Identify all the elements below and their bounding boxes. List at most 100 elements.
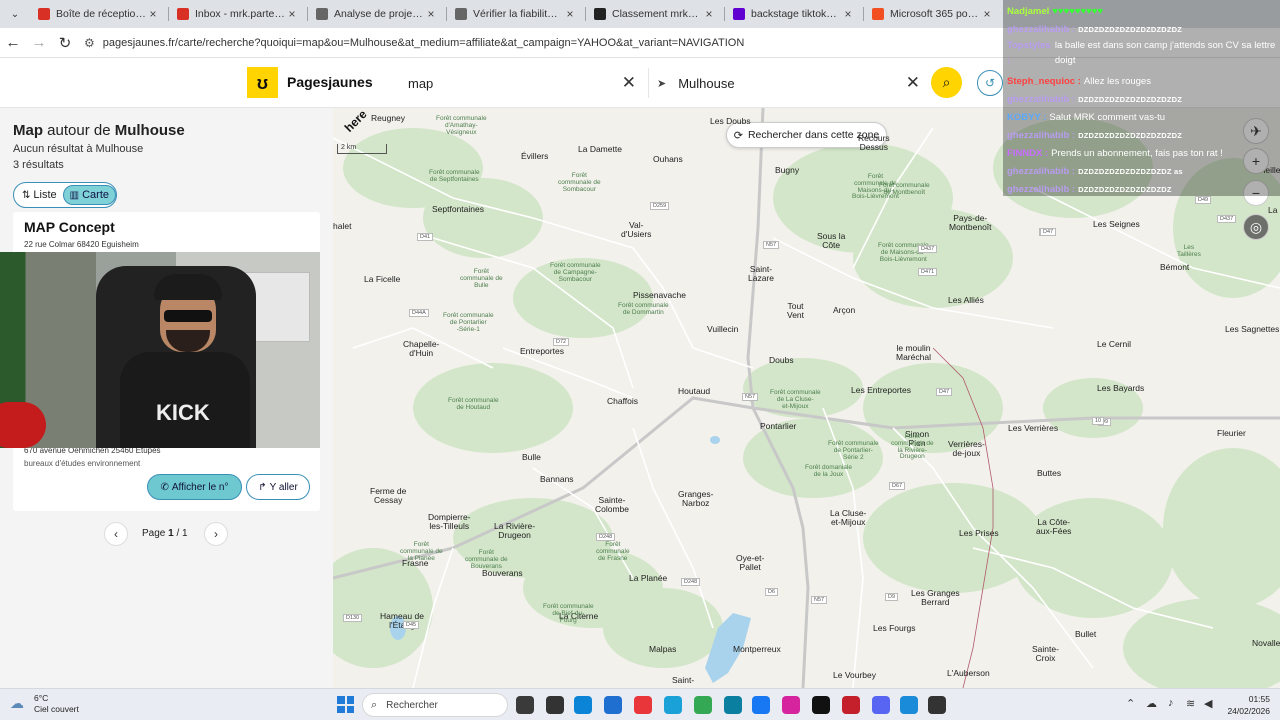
- cloud-icon: ☁: [10, 695, 24, 711]
- next-page-button[interactable]: ›: [204, 522, 228, 546]
- place-label: Sainte- Croix: [1032, 645, 1059, 663]
- tab-list: Boîte de réception (1 792)×Inbox - mrk.p…: [30, 0, 1002, 28]
- business-address: 22 rue Colmar 68420 Eguisheim: [24, 240, 139, 249]
- show-phone-button[interactable]: ✆ Afficher le n°: [147, 474, 242, 500]
- tiktok-icon[interactable]: [812, 696, 830, 714]
- road-number: N57: [811, 596, 828, 604]
- brand-name[interactable]: Pagesjaunes: [287, 74, 373, 90]
- site-info-icon[interactable]: ⚙: [84, 36, 95, 50]
- tab-label: Analyse de projet média: [334, 8, 424, 20]
- discord-icon[interactable]: [872, 696, 890, 714]
- label-line: Saint-: [672, 675, 695, 685]
- terminal-icon[interactable]: [928, 696, 946, 714]
- place-label: La Côte-aux-Fées: [1036, 518, 1071, 536]
- pagesjaunes-logo[interactable]: ʊ: [247, 67, 278, 98]
- browser-tab[interactable]: Microsoft 365 pour les pa×: [864, 0, 1002, 28]
- business-name[interactable]: MAP Concept: [24, 219, 115, 235]
- list-view-button[interactable]: ⇅ Liste: [16, 185, 63, 205]
- close-tab-icon[interactable]: ×: [980, 7, 994, 21]
- taskbar-search[interactable]: ⌕ Rechercher: [362, 693, 508, 717]
- satellite-toggle[interactable]: ◎: [1243, 214, 1269, 240]
- browser-tab[interactable]: backstage tiktok$ - Yahoo×: [725, 0, 863, 28]
- close-tab-icon[interactable]: ×: [424, 7, 438, 21]
- place-label: Montperreux: [733, 645, 781, 654]
- chevron-up-icon[interactable]: ⌃: [1126, 697, 1135, 710]
- label-line: Vent: [787, 309, 805, 320]
- app-icon[interactable]: [546, 696, 564, 714]
- pagination: ‹ Page 1 / 1 ›: [104, 522, 230, 548]
- road-number: D471: [918, 268, 938, 276]
- back-button[interactable]: ←: [0, 30, 26, 56]
- label-line: Montbenoît: [949, 221, 992, 232]
- chat-message: ghezzalihabib : DZDZDZDZDZDZDZDZDZDZ: [1007, 90, 1276, 108]
- label-line: aux-Fées: [1036, 525, 1072, 536]
- forest-label: Forêt communale de la Rivière- Drugeon: [891, 433, 934, 461]
- clear-where-icon[interactable]: ✕: [906, 73, 920, 93]
- browser-tab[interactable]: Inbox - mrk.partenaires@×: [169, 0, 307, 28]
- cloud-icon[interactable]: ☁: [1146, 697, 1157, 710]
- search-where-input[interactable]: ➤ Mulhouse ✕: [648, 68, 928, 98]
- system-clock[interactable]: 01:55 24/02/2026: [1226, 693, 1270, 717]
- place-label: Novalles: [1252, 639, 1280, 648]
- place-label: Septfontaines: [432, 205, 484, 214]
- place-label: Le Cernil: [1097, 340, 1131, 349]
- forward-button[interactable]: →: [26, 30, 52, 56]
- close-tab-icon[interactable]: ×: [146, 7, 160, 21]
- reload-button[interactable]: ↻: [52, 30, 78, 56]
- history-button[interactable]: ↺: [977, 70, 1003, 96]
- edge-icon[interactable]: [574, 696, 592, 714]
- label-line: les-Tilleuls: [429, 520, 470, 531]
- close-tab-icon[interactable]: ×: [563, 7, 577, 21]
- label-line: Lazare: [748, 272, 774, 283]
- search-what-value: map: [408, 75, 434, 91]
- gmail-icon: [177, 8, 189, 20]
- browser-tab[interactable]: Classement mrk_tvi | Le m×: [586, 0, 724, 28]
- location-arrow-icon[interactable]: ➤: [657, 77, 666, 90]
- search-what-input[interactable]: map ✕: [390, 68, 644, 98]
- map-view-button[interactable]: ▥ Carte: [62, 185, 116, 205]
- microphone-icon[interactable]: ♪: [1168, 697, 1174, 709]
- instagram-icon[interactable]: [782, 696, 800, 714]
- chat-message: Topstyles : la balle est dans son camp j'…: [1007, 38, 1276, 72]
- store-icon[interactable]: [604, 696, 622, 714]
- place-label: Reugney: [371, 114, 405, 123]
- road-number: D9: [885, 593, 899, 601]
- chrome-icon[interactable]: [694, 696, 712, 714]
- forest-label: Les Taillères: [1177, 244, 1201, 259]
- edge-icon[interactable]: [724, 696, 742, 714]
- close-tab-icon[interactable]: ×: [702, 7, 716, 21]
- search-button[interactable]: ⌕: [931, 67, 962, 98]
- app-icon[interactable]: [664, 696, 682, 714]
- file-explorer-icon[interactable]: [516, 696, 534, 714]
- prev-page-button[interactable]: ‹: [104, 522, 128, 546]
- tab-search-button[interactable]: ⌄: [4, 3, 26, 25]
- browser-tab[interactable]: Analyse de projet média×: [308, 0, 446, 28]
- label-line: Les Fourgs: [873, 623, 916, 633]
- directions-button[interactable]: ↱ Y aller: [246, 474, 310, 500]
- windows-start-icon[interactable]: [337, 696, 354, 713]
- wifi-icon[interactable]: ≋: [1186, 697, 1195, 710]
- app-icon[interactable]: [842, 696, 860, 714]
- weather-widget[interactable]: ☁ 6°C Ciel couvert: [10, 693, 79, 715]
- close-tab-icon[interactable]: ×: [285, 7, 299, 21]
- url-field[interactable]: ⚙ pagesjaunes.fr/carte/recherche?quoiqui…: [84, 36, 744, 50]
- chat-text: DZDZDZDZDZDZDZDZDZDZ: [1078, 94, 1183, 104]
- phone-icon: ✆: [160, 481, 169, 493]
- close-tab-icon[interactable]: ×: [841, 7, 855, 21]
- forest-label: Forêt communale de La Cluse-et-Mijoux: [770, 389, 821, 410]
- road-number: D44A: [409, 309, 429, 317]
- forest-label: Forêt communale de Houtaud: [448, 397, 499, 412]
- volume-icon[interactable]: ◀: [1204, 697, 1212, 710]
- facebook-icon[interactable]: [752, 696, 770, 714]
- place-label: Les Bayards: [1097, 384, 1144, 393]
- browser-tab[interactable]: Boîte de réception (1 792)×: [30, 0, 168, 28]
- label-line: Bois-Lièvremont: [852, 193, 899, 201]
- place-label: le moulin Maréchal: [896, 344, 931, 362]
- app-icon[interactable]: [900, 696, 918, 714]
- clear-what-icon[interactable]: ✕: [622, 73, 636, 93]
- chat-username: KOBYY :: [1007, 111, 1047, 123]
- place-label: La Rivière- Drugeon: [494, 522, 535, 540]
- browser-tab[interactable]: Vérifier la fiabilité d'une a×: [447, 0, 585, 28]
- app-icon[interactable]: [634, 696, 652, 714]
- weather-desc: Ciel couvert: [34, 704, 79, 714]
